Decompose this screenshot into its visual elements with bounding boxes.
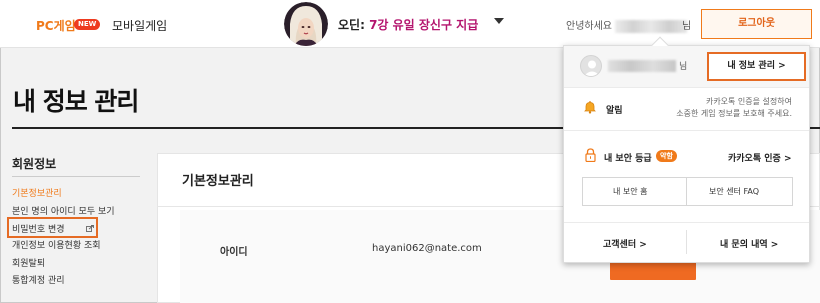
- sidebar-item-withdraw[interactable]: 회원탈퇴: [12, 256, 45, 269]
- security-level-badge: 약함: [656, 150, 677, 162]
- new-badge: NEW: [74, 19, 101, 30]
- sidebar-item-privacy-usage[interactable]: 개인정보 이용현황 조회: [12, 238, 101, 251]
- security-level-label: 내 보안 등급: [604, 154, 652, 164]
- dropdown-name-suffix: 님: [679, 62, 688, 72]
- greeting-text: 안녕하세요: [566, 17, 688, 33]
- dropdown-blurred-username: [608, 60, 676, 72]
- obscured-action-button[interactable]: [610, 262, 696, 280]
- bell-icon: [584, 101, 596, 114]
- sidebar-heading: 회원정보: [12, 157, 57, 171]
- promo-dropdown-caret-icon[interactable]: [494, 18, 504, 24]
- greeting-name-suffix: 님: [682, 21, 692, 32]
- security-faq-button[interactable]: 보안 센터 FAQ: [709, 186, 759, 197]
- external-link-icon: [86, 225, 94, 232]
- promo-highlight: 7강 유일 장신구 지급: [369, 18, 479, 32]
- customer-center-link[interactable]: 고객센터 >: [603, 237, 647, 250]
- dropdown-divider: [564, 130, 809, 131]
- promo-banner-text[interactable]: 오딘: 7강 유일 장신구 지급: [338, 16, 478, 33]
- security-links-divider: [686, 178, 687, 205]
- nav-mobile-games[interactable]: 모바일게임: [112, 17, 167, 34]
- id-label: 아이디: [220, 247, 248, 258]
- sidebar-divider: [12, 176, 140, 177]
- dropdown-footer-divider: [564, 222, 809, 223]
- alarm-description: 카카오톡 인증을 설정하여 소중한 게임 정보를 보호해 주세요.: [676, 97, 792, 118]
- alarm-label: 알림: [606, 106, 623, 116]
- change-password-highlight: [7, 217, 98, 238]
- my-info-button[interactable]: 내 정보 관리 >: [707, 52, 806, 81]
- id-value: hayani062@nate.com: [372, 243, 482, 254]
- blurred-username: [615, 19, 688, 33]
- lock-icon: [585, 148, 596, 162]
- sidebar-item-all-ids[interactable]: 본인 명의 아이디 모두 보기: [12, 204, 115, 217]
- kakao-auth-link[interactable]: 카카오톡 인증 >: [728, 151, 792, 164]
- content-title: 기본정보관리: [182, 174, 254, 189]
- footer-links-divider: [686, 230, 687, 254]
- inquiry-history-link[interactable]: 내 문의 내역 >: [720, 237, 778, 250]
- nav-pc-games[interactable]: PC게임: [36, 17, 76, 34]
- avatar: [580, 55, 602, 77]
- page-title: 내 정보 관리: [13, 87, 139, 116]
- sidebar-item-basic-info[interactable]: 기본정보관리: [12, 186, 62, 199]
- sidebar-item-integrated-account[interactable]: 통합계정 관리: [12, 273, 65, 286]
- promo-character-image[interactable]: [284, 2, 328, 46]
- logout-button[interactable]: 로그아웃: [701, 9, 812, 39]
- security-home-button[interactable]: 내 보안 홈: [613, 186, 648, 197]
